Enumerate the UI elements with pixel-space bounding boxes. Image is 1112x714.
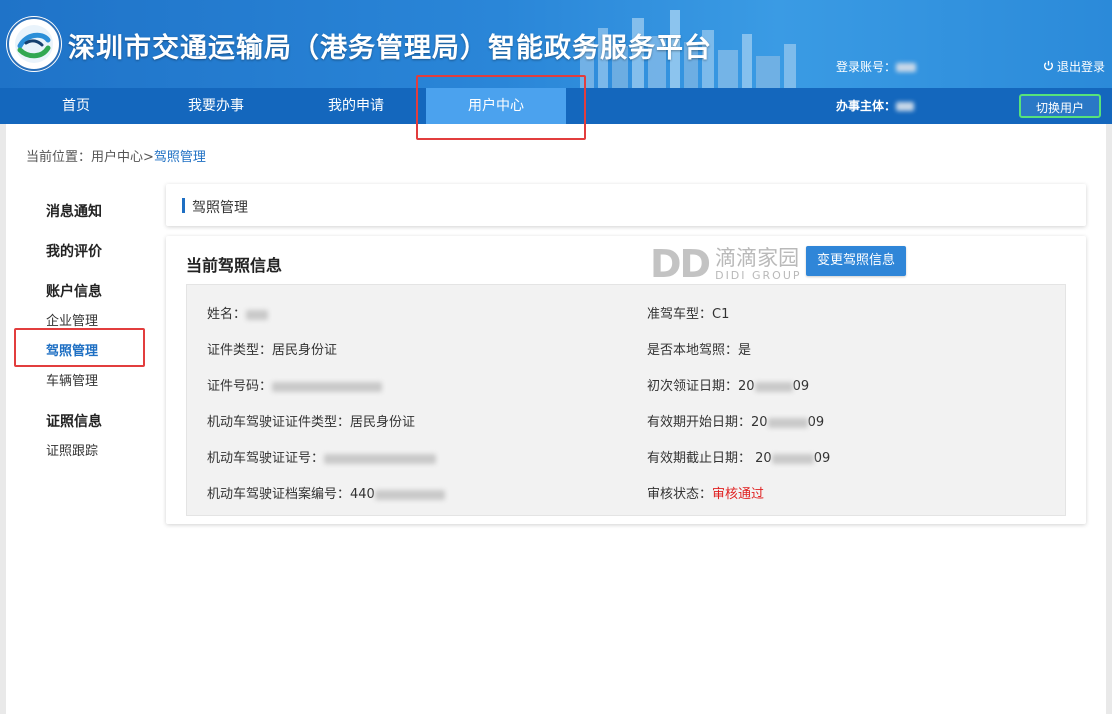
field-class-value: C1 — [712, 307, 730, 322]
nav-item-home[interactable]: 首页 — [30, 88, 122, 124]
field-mv-id-type-label: 机动车驾驶证证件类型： — [207, 415, 351, 430]
breadcrumb-prefix: 当前位置：用户中心> — [26, 150, 154, 165]
field-mv-id-type-value: 居民身份证 — [350, 415, 416, 430]
sidebar-item-enterprise-mgmt[interactable]: 企业管理 — [46, 310, 98, 329]
field-local-label: 是否本地驾照： — [647, 343, 739, 358]
left-page-border — [0, 124, 6, 714]
field-name-label: 姓名： — [207, 307, 247, 322]
sidebar-heading-account-info: 账户信息 — [46, 284, 102, 300]
org-entity-value-redacted — [896, 102, 915, 111]
field-id-number-value-redacted — [272, 381, 383, 392]
field-valid-end-suffix: 09 — [813, 451, 831, 466]
field-archive-prefix: 440 — [350, 487, 375, 502]
watermark-cn: 滴滴家园 — [715, 245, 800, 270]
field-license-class: 准驾车型：C1 — [647, 303, 729, 322]
field-status-label: 审核状态： — [647, 487, 713, 502]
breadcrumb: 当前位置：用户中心>驾照管理 — [26, 146, 206, 165]
field-first-issue-prefix: 20 — [738, 379, 755, 394]
field-mv-number-value-redacted — [324, 453, 437, 464]
switch-user-button[interactable]: 切换用户 — [1019, 94, 1101, 118]
didi-watermark-logo: DD 滴滴家园 DIDI GROUP — [650, 242, 802, 286]
status-badge: 审核通过 — [712, 487, 765, 502]
field-valid-end-label: 有效期截止日期： — [647, 451, 752, 466]
panel-title-bar: 驾照管理 — [166, 184, 1086, 226]
power-icon — [1043, 60, 1054, 74]
highlight-box-user-center — [416, 75, 586, 140]
sidebar-heading-cert-info: 证照信息 — [46, 414, 102, 430]
field-class-label: 准驾车型： — [647, 307, 713, 322]
field-valid-start-date: 有效期开始日期：20 09 — [647, 411, 824, 430]
field-valid-end-prefix: 20 — [755, 451, 772, 466]
login-account-value-redacted — [896, 63, 917, 72]
license-info-panel: 当前驾照信息 DD 滴滴家园 DIDI GROUP 变更驾照信息 姓名： 证件类… — [166, 236, 1086, 524]
field-mv-number: 机动车驾驶证证号： — [207, 447, 437, 466]
highlight-box-license-mgmt — [14, 328, 145, 367]
field-first-issue-label: 初次领证日期： — [647, 379, 739, 394]
sidebar-item-notifications[interactable]: 消息通知 — [46, 201, 102, 221]
field-name: 姓名： — [207, 303, 269, 322]
field-valid-start-prefix: 20 — [751, 415, 768, 430]
org-entity: 办事主体： — [836, 88, 915, 124]
field-id-number: 证件号码： — [207, 375, 383, 394]
panel-title: 驾照管理 — [192, 200, 248, 216]
title-accent-bar — [182, 198, 185, 213]
site-title: 深圳市交通运输局（港务管理局）智能政务服务平台 — [68, 33, 712, 64]
sidebar-item-cert-tracking[interactable]: 证照跟踪 — [46, 440, 98, 459]
license-info-heading: 当前驾照信息 — [186, 256, 283, 275]
field-first-issue-redacted — [754, 381, 793, 392]
field-local-license: 是否本地驾照：是 — [647, 339, 751, 358]
watermark-letters: DD — [650, 242, 711, 286]
field-id-type-value: 居民身份证 — [272, 343, 338, 358]
right-page-border — [1106, 124, 1112, 714]
logout-label: 退出登录 — [1057, 60, 1106, 74]
breadcrumb-current[interactable]: 驾照管理 — [154, 150, 206, 165]
field-local-value: 是 — [738, 343, 752, 358]
license-info-grid: 姓名： 证件类型：居民身份证 证件号码： 机动车驾驶证证件类型：居民身份证 机动… — [186, 284, 1066, 516]
watermark-en: DIDI GROUP — [715, 268, 802, 282]
org-entity-label: 办事主体： — [836, 99, 897, 113]
field-name-value-redacted — [246, 309, 269, 320]
field-valid-start-redacted — [767, 417, 808, 428]
field-valid-end-date: 有效期截止日期： 20 09 — [647, 447, 830, 466]
login-account: 登录账号： — [836, 58, 917, 75]
field-mv-number-label: 机动车驾驶证证号： — [207, 451, 325, 466]
field-id-number-label: 证件号码： — [207, 379, 273, 394]
field-valid-start-label: 有效期开始日期： — [647, 415, 752, 430]
field-archive-number: 机动车驾驶证档案编号：440 — [207, 483, 445, 502]
field-id-type: 证件类型：居民身份证 — [207, 339, 337, 358]
change-license-button[interactable]: 变更驾照信息 — [806, 246, 906, 276]
nav-item-services[interactable]: 我要办事 — [170, 88, 262, 124]
field-id-type-label: 证件类型： — [207, 343, 273, 358]
field-valid-end-redacted — [771, 453, 814, 464]
field-archive-label: 机动车驾驶证档案编号： — [207, 487, 351, 502]
field-first-issue-date: 初次领证日期：20 09 — [647, 375, 809, 394]
sidebar-item-vehicle-mgmt[interactable]: 车辆管理 — [46, 370, 98, 389]
logout-button[interactable]: 退出登录 — [1043, 58, 1105, 75]
login-account-label: 登录账号： — [836, 60, 897, 74]
nav-item-my-applications[interactable]: 我的申请 — [310, 88, 402, 124]
field-valid-start-suffix: 09 — [807, 415, 825, 430]
field-archive-value-redacted — [374, 489, 445, 500]
field-review-status: 审核状态：审核通过 — [647, 483, 764, 502]
field-mv-id-type: 机动车驾驶证证件类型：居民身份证 — [207, 411, 415, 430]
field-first-issue-suffix: 09 — [792, 379, 810, 394]
agency-logo — [6, 16, 62, 72]
sidebar-item-my-reviews[interactable]: 我的评价 — [46, 241, 102, 261]
